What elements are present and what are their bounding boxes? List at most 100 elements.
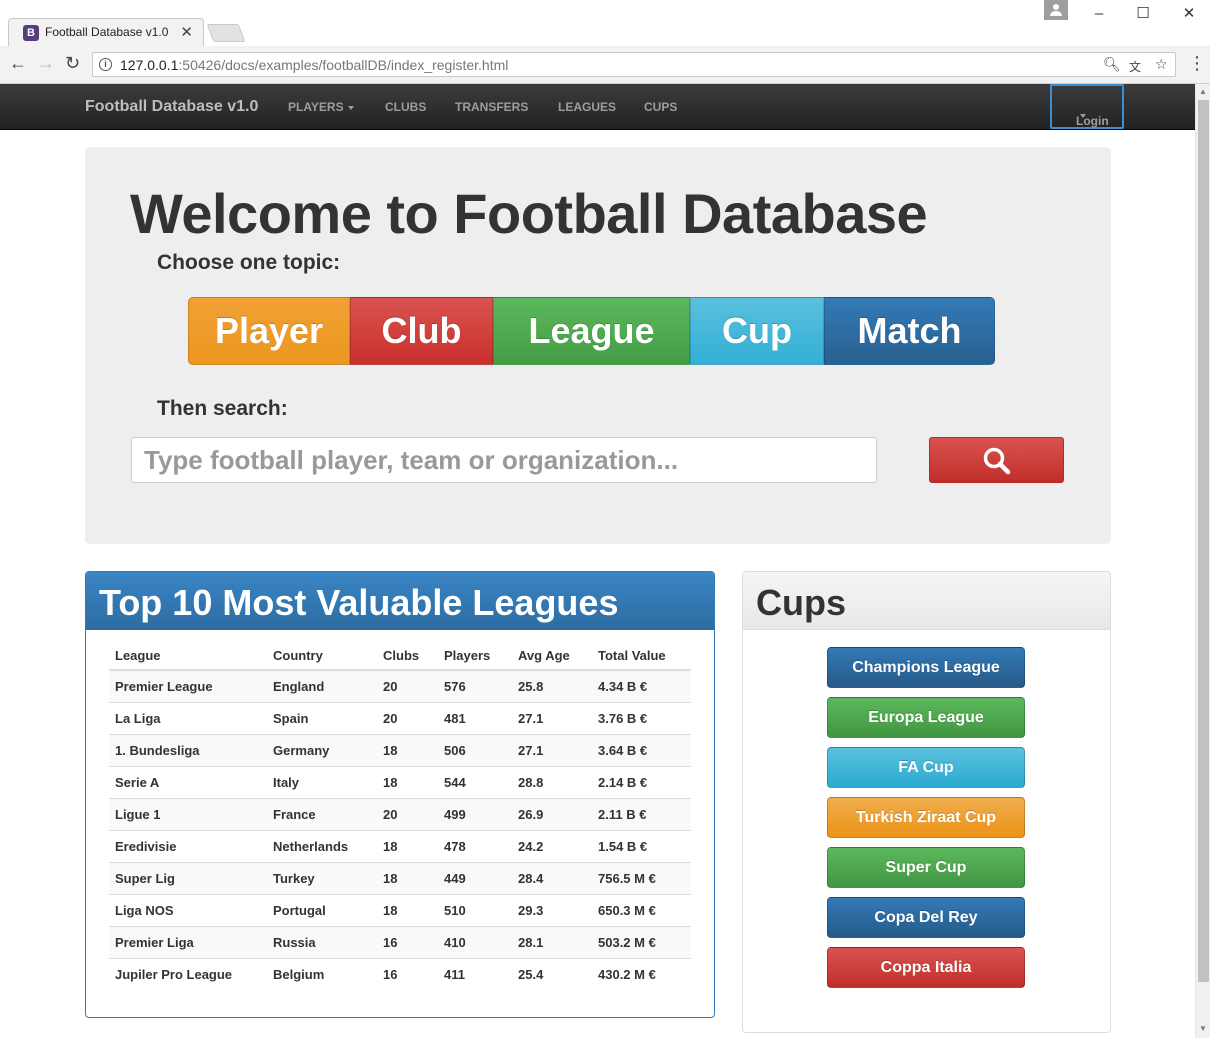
table-cell: 18 (377, 861, 438, 894)
cup-fa-cup-button[interactable]: FA Cup (827, 747, 1025, 788)
close-tab-icon[interactable]: ✕ (180, 23, 193, 41)
tab-title: Football Database v1.0 (45, 25, 169, 39)
jumbotron: Welcome to Football Database Choose one … (85, 147, 1111, 544)
table-row: Eredivisie Netherlands 18 478 24.2 1.54 B € (109, 829, 691, 862)
table-cell: 18 (377, 893, 438, 926)
table-cell: Italy (267, 765, 377, 798)
bookmark-star-icon[interactable]: ☆ (1155, 56, 1168, 73)
table-row: Liga NOS Portugal 18 510 29.3 650.3 M € (109, 893, 691, 926)
scroll-up-icon[interactable]: ▲ (1199, 87, 1207, 96)
table-cell: 28.1 (512, 925, 592, 958)
table-cell: 1. Bundesliga (109, 733, 267, 766)
scroll-down-icon[interactable]: ▼ (1199, 1024, 1207, 1033)
table-cell: 756.5 M € (592, 861, 691, 894)
browser-tab[interactable]: B Football Database v1.0 ✕ (8, 18, 204, 46)
table-cell: Super Lig (109, 861, 267, 894)
login-dropdown[interactable]: Login (1050, 84, 1124, 129)
column-header: Players (438, 642, 512, 671)
table-cell: 28.4 (512, 861, 592, 894)
search-button[interactable] (929, 437, 1064, 483)
reload-icon[interactable]: ↻ (65, 53, 80, 74)
table-cell: Premier League (109, 669, 267, 702)
table-cell: 16 (377, 925, 438, 958)
topic-club-button[interactable]: Club (350, 297, 493, 365)
table-row: Jupiler Pro League Belgium 16 411 25.4 430.2 … (109, 957, 691, 990)
table-cell: 506 (438, 733, 512, 766)
then-search-label: Then search: (157, 397, 288, 420)
table-cell: France (267, 797, 377, 830)
table-cell: 20 (377, 797, 438, 830)
address-toolbar: ← → ↻ i 127.0.0.1:50426/docs/examples/fo… (0, 46, 1210, 84)
table-cell: 576 (438, 669, 512, 702)
scrollbar-thumb[interactable] (1198, 100, 1209, 982)
nav-cups[interactable]: CUPS (644, 100, 677, 114)
table-cell: 27.1 (512, 701, 592, 734)
topic-cup-button[interactable]: Cup (690, 297, 824, 365)
table-row: Ligue 1 France 20 499 26.9 2.11 B € (109, 797, 691, 830)
navbar-brand[interactable]: Football Database v1.0 (85, 98, 258, 116)
cup-turkish-ziraat-cup-button[interactable]: Turkish Ziraat Cup (827, 797, 1025, 838)
table-cell: La Liga (109, 701, 267, 734)
panel-title: Cups (756, 582, 846, 623)
zoom-icon[interactable]: 🔍︎ (1103, 56, 1121, 73)
table-cell: 18 (377, 733, 438, 766)
table-cell: Ligue 1 (109, 797, 267, 830)
url-text[interactable]: 127.0.0.1:50426/docs/examples/footballDB… (120, 57, 508, 73)
table-cell: Portugal (267, 893, 377, 926)
vertical-scrollbar[interactable]: ▲ ▼ (1195, 84, 1210, 1038)
table-cell: 3.64 B € (592, 733, 691, 766)
table-cell: Eredivisie (109, 829, 267, 862)
address-bar[interactable]: i 127.0.0.1:50426/docs/examples/football… (92, 52, 1176, 77)
table-cell: Belgium (267, 957, 377, 990)
nav-clubs[interactable]: CLUBS (385, 100, 426, 114)
table-cell: 1.54 B € (592, 829, 691, 862)
window-close-icon[interactable]: ✕ (1174, 2, 1204, 26)
menu-dots-icon[interactable]: ⋮ (1188, 53, 1206, 74)
table-cell: 18 (377, 765, 438, 798)
info-icon[interactable]: i (99, 58, 112, 71)
table-cell: 4.34 B € (592, 669, 691, 702)
table-cell: 25.4 (512, 957, 592, 990)
forward-arrow-icon[interactable]: → (37, 53, 55, 74)
maximize-icon[interactable]: ☐ (1128, 2, 1158, 26)
table-row: Serie A Italy 18 544 28.8 2.14 B € (109, 765, 691, 798)
table-cell: 410 (438, 925, 512, 958)
table-row: Premier League England 20 576 25.8 4.34 B € (109, 669, 691, 702)
nav-leagues[interactable]: LEAGUES (558, 100, 616, 114)
nav-transfers[interactable]: TRANSFERS (455, 100, 528, 114)
new-tab-button[interactable] (206, 24, 246, 42)
back-arrow-icon[interactable]: ← (9, 53, 27, 74)
search-input[interactable] (131, 437, 877, 483)
topic-match-button[interactable]: Match (824, 297, 995, 365)
choose-topic-label: Choose one topic: (157, 251, 341, 274)
table-cell: 25.8 (512, 669, 592, 702)
translate-icon[interactable]: 文 (1129, 58, 1141, 75)
table-cell: 18 (377, 829, 438, 862)
nav-players[interactable]: PLAYERS (288, 100, 354, 114)
table-cell: Germany (267, 733, 377, 766)
cup-coppa-italia-button[interactable]: Coppa Italia (827, 947, 1025, 988)
cup-copa-del-rey-button[interactable]: Copa Del Rey (827, 897, 1025, 938)
table-cell: Netherlands (267, 829, 377, 862)
column-header: Clubs (377, 642, 438, 671)
panel-title: Top 10 Most Valuable Leagues (99, 582, 619, 623)
cup-super-cup-button[interactable]: Super Cup (827, 847, 1025, 888)
table-cell: 26.9 (512, 797, 592, 830)
table-cell: 20 (377, 669, 438, 702)
caret-down-icon (1080, 114, 1086, 118)
table-cell: 650.3 M € (592, 893, 691, 926)
panel-heading: Top 10 Most Valuable Leagues (86, 572, 714, 630)
cup-champions-league-button[interactable]: Champions League (827, 647, 1025, 688)
profile-icon[interactable] (1044, 0, 1068, 20)
table-cell: 510 (438, 893, 512, 926)
search-icon (983, 447, 1011, 475)
cup-europa-league-button[interactable]: Europa League (827, 697, 1025, 738)
topic-player-button[interactable]: Player (188, 297, 350, 365)
column-header: Avg Age (512, 642, 592, 671)
column-header: Country (267, 642, 377, 671)
topic-league-button[interactable]: League (493, 297, 690, 365)
table-cell: Spain (267, 701, 377, 734)
minimize-icon[interactable]: – (1084, 2, 1114, 26)
page-title: Welcome to Football Database (130, 182, 928, 245)
table-cell: 411 (438, 957, 512, 990)
